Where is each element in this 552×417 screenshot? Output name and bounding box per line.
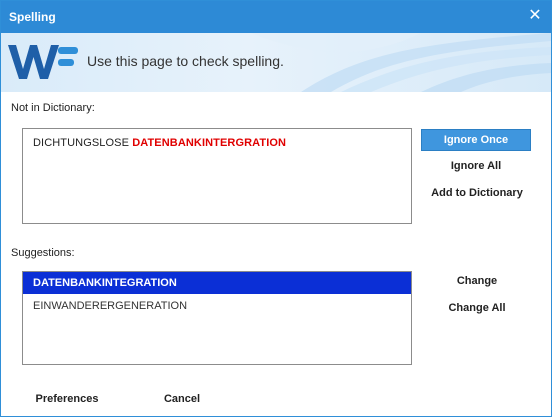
suggestions-label: Suggestions:: [11, 247, 75, 259]
title-bar[interactable]: Spelling ✕: [1, 1, 551, 33]
ignore-once-button[interactable]: Ignore Once: [421, 129, 531, 151]
preferences-button[interactable]: Preferences: [31, 393, 103, 409]
suggestion-item[interactable]: EINWANDERERGENERATION: [23, 295, 411, 317]
cancel-button[interactable]: Cancel: [156, 393, 208, 409]
misspelled-word: DATENBANKINTERGRATION: [132, 137, 287, 149]
header-banner: Use this page to check spelling.: [1, 33, 551, 92]
wf-logo-icon: [8, 45, 78, 79]
suggestion-item-selected[interactable]: DATENBANKINTEGRATION: [23, 272, 411, 294]
not-in-dictionary-box[interactable]: DICHTUNGSLOSE DATENBANKINTERGRATION: [22, 128, 412, 224]
not-in-dictionary-label: Not in Dictionary:: [11, 102, 95, 114]
spelling-dialog: Spelling ✕ Use this page to check spelli…: [0, 0, 552, 417]
suggestions-list[interactable]: DATENBANKINTEGRATION EINWANDERERGENERATI…: [22, 271, 412, 365]
window-title: Spelling: [9, 10, 56, 24]
banner-description: Use this page to check spelling.: [87, 53, 284, 69]
change-all-button[interactable]: Change All: [421, 302, 533, 318]
change-button[interactable]: Change: [421, 275, 533, 291]
add-to-dictionary-button[interactable]: Add to Dictionary: [421, 187, 533, 203]
close-icon[interactable]: ✕: [526, 7, 544, 25]
ignore-all-button[interactable]: Ignore All: [421, 160, 531, 176]
correct-word: DICHTUNGSLOSE: [33, 137, 130, 149]
not-in-dictionary-sentence: DICHTUNGSLOSE DATENBANKINTERGRATION: [33, 137, 286, 149]
